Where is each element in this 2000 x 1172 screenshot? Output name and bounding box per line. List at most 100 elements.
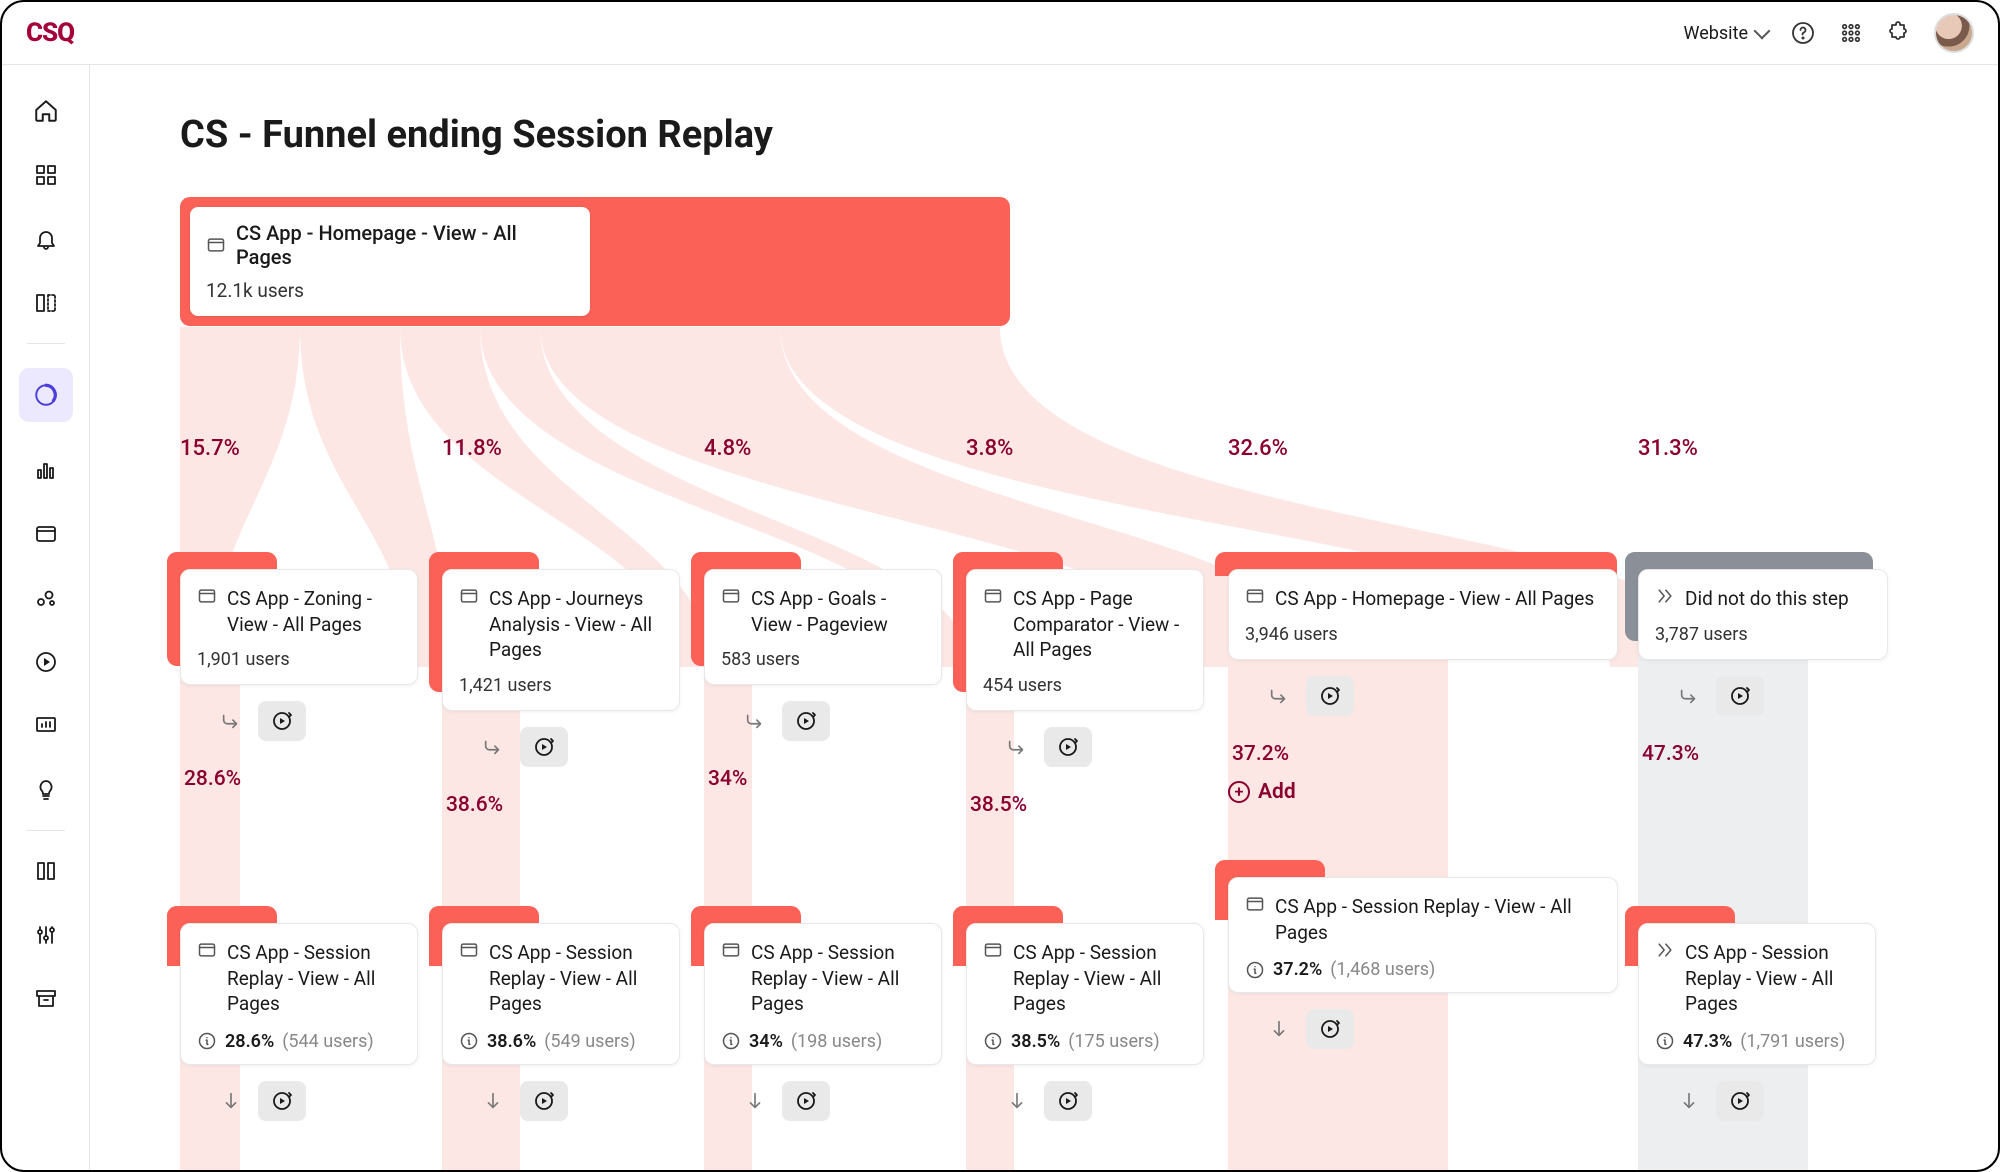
replay-button[interactable] — [258, 701, 306, 741]
funnel-branch-node[interactable]: CS App - Zoning - View - All Pages 1,901… — [180, 569, 418, 685]
replay-button[interactable] — [782, 701, 830, 741]
replay-button[interactable] — [1716, 1081, 1764, 1121]
page-title: CS - Funnel ending Session Replay — [180, 113, 1998, 157]
replay-button[interactable] — [1044, 1081, 1092, 1121]
node-users: 3,946 users — [1245, 624, 1601, 645]
page-icon — [1245, 894, 1265, 914]
node-title: CS App - Session Replay - View - All Pag… — [227, 940, 401, 1017]
dashboard-icon[interactable] — [30, 159, 62, 191]
main: CS - Funnel ending Session Replay — [90, 65, 1998, 1170]
sub-arrow-icon — [482, 736, 504, 758]
replay-button[interactable] — [520, 727, 568, 767]
result-users: (1,791 users) — [1740, 1031, 1845, 1052]
funnel-branch-node[interactable]: CS App - Goals - View - Pageview 583 use… — [704, 569, 942, 685]
down-arrow-icon — [220, 1090, 242, 1112]
result-users: (198 users) — [791, 1031, 882, 1052]
result-percent: 34% — [749, 1031, 783, 1052]
replay-button[interactable] — [1044, 727, 1092, 767]
extension-icon[interactable] — [1886, 20, 1912, 46]
node-title: CS App - Page Comparator - View - All Pa… — [1013, 586, 1187, 663]
help-icon[interactable] — [1790, 20, 1816, 46]
node-users: 583 users — [721, 649, 925, 670]
funnel-result-node[interactable]: CS App - Session Replay - View - All Pag… — [180, 923, 418, 1065]
funnel-result-node[interactable]: CS App - Session Replay - View - All Pag… — [1638, 923, 1876, 1065]
chevron-down-icon — [1754, 23, 1771, 40]
node-title: CS App - Session Replay - View - All Pag… — [751, 940, 925, 1017]
sub-arrow-icon — [1006, 736, 1028, 758]
page-icon — [197, 586, 217, 606]
funnel-result-row: CS App - Session Replay - View - All Pag… — [180, 877, 1998, 1121]
node-users: 1,901 users — [197, 649, 401, 670]
percent-label: 11.8% — [442, 436, 704, 461]
percent-label: 32.6% — [1228, 436, 1638, 461]
add-step-button[interactable]: +Add — [1228, 780, 1296, 804]
replay-button[interactable] — [1306, 676, 1354, 716]
node-users: 3,787 users — [1655, 624, 1871, 645]
replay-button[interactable] — [520, 1081, 568, 1121]
logo: CSQ — [26, 18, 74, 48]
home-icon[interactable] — [30, 95, 62, 127]
funnel-area: CS App - Homepage - View - All Pages 12.… — [180, 197, 1998, 1121]
replay-button[interactable] — [1716, 676, 1764, 716]
funnel-result-node[interactable]: CS App - Session Replay - View - All Pag… — [1228, 877, 1618, 993]
tuning-icon[interactable] — [30, 919, 62, 951]
replay-button[interactable] — [258, 1081, 306, 1121]
result-percent: 38.5% — [1011, 1031, 1060, 1052]
bell-icon[interactable] — [30, 223, 62, 255]
replay-button[interactable] — [1306, 1009, 1354, 1049]
percent-label: 34% — [708, 767, 966, 791]
presentation-icon[interactable] — [30, 710, 62, 742]
percent-label: 3.8% — [966, 436, 1228, 461]
replay-button[interactable] — [782, 1081, 830, 1121]
funnel-root-node[interactable]: CS App - Homepage - View - All Pages 12.… — [180, 197, 1010, 326]
down-arrow-icon — [1006, 1090, 1028, 1112]
node-users: 454 users — [983, 675, 1187, 696]
skip-icon — [1655, 586, 1675, 606]
funnel-percent-row: 15.7% 11.8% 4.8% 3.8% 32.6% 31.3% — [180, 436, 1998, 461]
funnel-branch-node[interactable]: Did not do this step 3,787 users — [1638, 569, 1888, 660]
lightbulb-icon[interactable] — [30, 774, 62, 806]
archive-icon[interactable] — [30, 983, 62, 1015]
node-title: CS App - Goals - View - Pageview — [751, 586, 925, 637]
play-circle-icon[interactable] — [30, 646, 62, 678]
node-title: CS App - Session Replay - View - All Pag… — [1685, 940, 1859, 1017]
segments-icon[interactable] — [30, 855, 62, 887]
site-switcher[interactable]: Website — [1684, 23, 1768, 44]
info-icon — [1245, 960, 1265, 980]
down-arrow-icon — [482, 1090, 504, 1112]
sub-arrow-icon — [1678, 685, 1700, 707]
percent-label: 4.8% — [704, 436, 966, 461]
scatter-icon[interactable] — [30, 582, 62, 614]
down-arrow-icon — [1678, 1090, 1700, 1112]
bar-chart-icon[interactable] — [30, 454, 62, 486]
percent-label: 15.7% — [180, 436, 442, 461]
page-icon — [983, 940, 1003, 960]
funnel-branch-node[interactable]: CS App - Page Comparator - View - All Pa… — [966, 569, 1204, 711]
node-title: CS App - Session Replay - View - All Pag… — [1013, 940, 1187, 1017]
sub-arrow-icon — [744, 710, 766, 732]
percent-label: 47.3% — [1642, 742, 1938, 766]
percent-label: 38.6% — [446, 793, 704, 817]
result-percent: 28.6% — [225, 1031, 274, 1052]
browser-icon[interactable] — [30, 518, 62, 550]
compare-icon[interactable] — [30, 287, 62, 319]
result-users: (549 users) — [544, 1031, 635, 1052]
funnel-analysis-icon[interactable] — [19, 368, 73, 422]
funnel-result-node[interactable]: CS App - Session Replay - View - All Pag… — [442, 923, 680, 1065]
funnel-result-node[interactable]: CS App - Session Replay - View - All Pag… — [704, 923, 942, 1065]
percent-label: 31.3% — [1638, 436, 1938, 461]
sub-arrow-icon — [220, 710, 242, 732]
result-users: (1,468 users) — [1330, 959, 1435, 980]
percent-label: 38.5% — [970, 793, 1228, 817]
funnel-branch-node[interactable]: CS App - Homepage - View - All Pages 3,9… — [1228, 569, 1618, 660]
info-icon — [1655, 1031, 1675, 1051]
avatar[interactable] — [1934, 13, 1974, 53]
apps-grid-icon[interactable] — [1838, 20, 1864, 46]
node-users: 12.1k users — [206, 279, 574, 302]
funnel-branch-row: CS App - Zoning - View - All Pages 1,901… — [180, 569, 1998, 817]
result-percent: 37.2% — [1273, 959, 1322, 980]
funnel-branch-node[interactable]: CS App - Journeys Analysis - View - All … — [442, 569, 680, 711]
down-arrow-icon — [1268, 1018, 1290, 1040]
funnel-result-node[interactable]: CS App - Session Replay - View - All Pag… — [966, 923, 1204, 1065]
page-icon — [197, 940, 217, 960]
